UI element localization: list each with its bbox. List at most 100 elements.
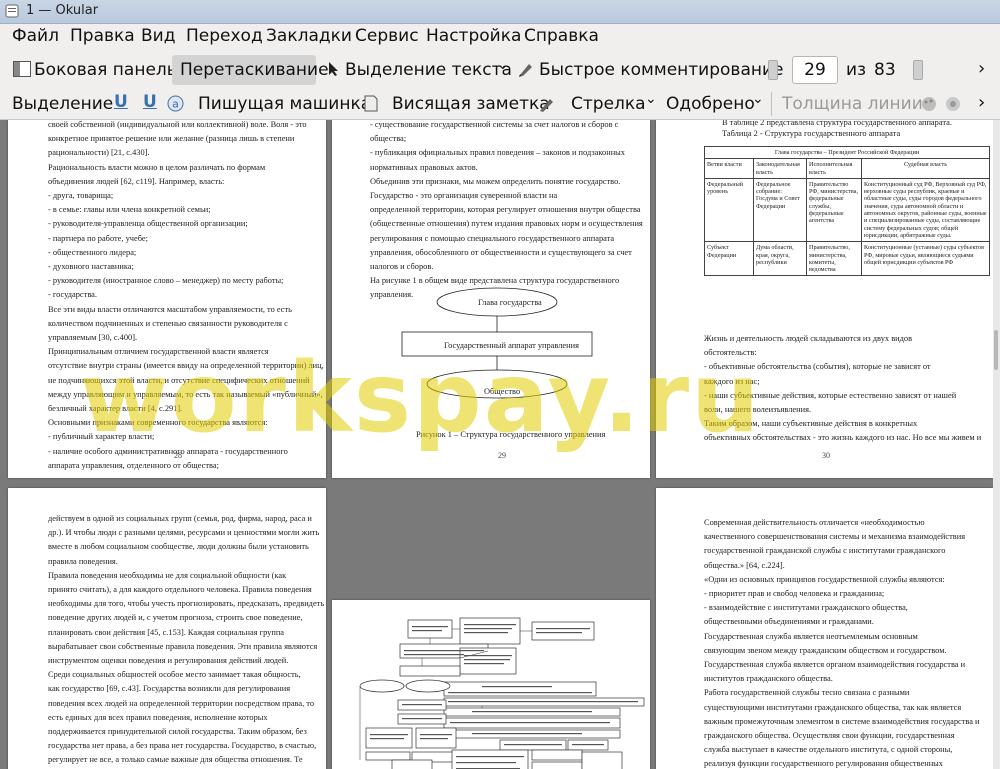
menu-go[interactable]: Переход <box>186 26 263 46</box>
table-cell: Федеральное собрание: Госдума и Совет Фе… <box>753 177 807 243</box>
menu-bookmarks[interactable]: Закладки <box>266 26 352 46</box>
figure-society-label: Общество <box>484 387 521 396</box>
text-line: аппарата управления, отделенного от обще… <box>48 460 219 470</box>
title-bar: 1 — Okular <box>0 0 1000 24</box>
sticky-note-icon[interactable] <box>364 95 378 112</box>
opacity-icon[interactable] <box>944 95 962 113</box>
page-total: 83 <box>874 60 896 80</box>
text-line: как государство [69, с.43]. Государства … <box>48 684 291 694</box>
text-line: Государственная служба является неотъемл… <box>704 631 918 641</box>
text-line: служба выступает в качестве отдельного и… <box>704 745 953 755</box>
page-prev-handle[interactable] <box>768 60 778 80</box>
text-line: не подчиняющихся этой власти, и отсутств… <box>48 375 310 385</box>
table-cell: Дума области, края, округа, республики <box>753 241 807 277</box>
text-line: вместе в любом социальном сообществе, лю… <box>48 542 309 552</box>
menu-edit[interactable]: Правка <box>70 26 135 46</box>
text-line: (общественные отношения) путем издания п… <box>370 219 643 229</box>
state-apparatus-table: Глава государства – Президент Российской… <box>704 145 990 277</box>
text-line: реализуя функции государственного регули… <box>704 759 943 769</box>
text-line: поведения всех людей на определенной тер… <box>48 698 315 708</box>
sidebar-icon[interactable] <box>13 61 31 77</box>
text-line: - духовного наставника; <box>48 262 134 271</box>
table-title: Таблица 2 - Структура государственного а… <box>722 129 901 138</box>
text-line: существующими институтами гражданского о… <box>704 702 962 712</box>
column-header: Исполнительная власть <box>806 158 862 179</box>
menu-help[interactable]: Справка <box>524 26 599 46</box>
sticky-note-tool[interactable]: Висящая заметка <box>392 94 550 114</box>
text-line: воли, нашего волеизъявления. <box>704 405 812 414</box>
menu-tools[interactable]: Сервис <box>355 26 419 46</box>
table-cell: Федеральный уровень <box>704 177 754 243</box>
page-28: своей собственной (индивидуальной или ко… <box>8 120 326 478</box>
vertical-scrollbar[interactable] <box>993 120 1000 769</box>
text-line: каждого из нас; <box>704 376 760 386</box>
page-number: 30 <box>822 451 830 460</box>
line-width-control[interactable]: Толщина линии <box>782 94 923 114</box>
page-30: В таблице 2 представлена структура госуд… <box>656 120 993 478</box>
chevron-down-icon[interactable]: ⌄ <box>752 91 764 107</box>
text-line: - друга, товарища; <box>48 191 114 200</box>
chevron-down-icon[interactable]: ⌄ <box>645 91 657 107</box>
text-line: - партнера по работе, учебе; <box>48 233 148 243</box>
text-line: - государства. <box>48 290 97 300</box>
overflow-arrow-icon[interactable]: › <box>978 92 985 113</box>
text-line: Основными признаками современного госуда… <box>48 418 268 428</box>
figure-head-label: Глава государства <box>478 298 542 307</box>
text-line: обстоятельств: <box>704 348 757 358</box>
arrow-tool[interactable]: Стрелка <box>571 94 646 114</box>
color-picker-icon[interactable] <box>920 95 938 113</box>
menu-settings[interactable]: Настройка <box>426 26 521 46</box>
menu-file[interactable]: Файл <box>12 26 59 46</box>
column-header: Законодательная власть <box>753 158 807 179</box>
text-line: - в семье: главы или члена конкретной се… <box>48 205 211 215</box>
text-line: Среди социальных общностей особое место … <box>48 670 301 680</box>
highlighter-icon[interactable] <box>517 60 535 78</box>
cursor-icon[interactable] <box>328 61 340 77</box>
text-line: «Одни из основных принципов государствен… <box>704 574 945 584</box>
selection-tool[interactable]: Выделение <box>12 94 113 114</box>
annotation-toolbar: Выделение U U a Пишущая машинка Висящая … <box>0 88 1000 120</box>
text-line: - приоритет прав и свобод человека и гра… <box>704 589 885 598</box>
text-line: Жизнь и деятельность людей складываются … <box>704 334 913 343</box>
window-title: 1 — Okular <box>26 3 99 18</box>
text-line: действуем в одной из социальных групп (с… <box>48 514 312 523</box>
stamp-tool[interactable]: Одобрено <box>666 94 755 114</box>
text-line: - объективные обстоятельства (события), … <box>704 362 931 372</box>
column-header: Ветви власти <box>704 158 754 179</box>
overflow-arrow-icon[interactable]: › <box>978 58 985 79</box>
table-cell: Конституционные (уставные) суды субъекто… <box>861 241 990 277</box>
strikeout-icon[interactable]: a <box>167 95 184 112</box>
sidebar-button[interactable]: Боковая панель <box>34 60 177 80</box>
table-intro: В таблице 2 представлена структура госуд… <box>722 120 952 127</box>
text-line: - руководителя (иностранное слово – мене… <box>48 276 284 286</box>
arrow-pen-icon[interactable] <box>538 95 556 113</box>
drag-button[interactable]: Перетаскивание <box>180 60 329 80</box>
page-number-input[interactable]: 29 <box>792 56 838 84</box>
page-31: действуем в одной из социальных групп (с… <box>8 488 326 769</box>
text-line: - взаимодействие с институтами гражданск… <box>704 603 908 613</box>
typewriter-tool[interactable]: Пишущая машинка <box>198 94 371 114</box>
quick-comment-button[interactable]: Быстрое комментирование <box>539 60 783 80</box>
toolbar-separator <box>771 92 772 116</box>
document-viewport[interactable]: своей собственной (индивидуальной или ко… <box>0 120 993 769</box>
text-line: управляемым [30, с.400]. <box>48 333 138 342</box>
page-29: - существование государственной системы … <box>332 120 650 478</box>
chevron-down-icon[interactable]: ⌄ <box>497 57 509 73</box>
text-line: государственной гражданской службы с инс… <box>704 546 946 556</box>
menu-view[interactable]: Вид <box>141 26 175 46</box>
text-line: - наличие особого административного аппа… <box>48 446 288 456</box>
underline-icon[interactable]: U <box>114 92 128 112</box>
page-32 <box>332 600 650 769</box>
text-line: планировать свои действия [45, с.153]. К… <box>48 627 285 637</box>
squiggle-icon[interactable]: U <box>143 92 157 112</box>
text-select-button[interactable]: Выделение текста <box>345 60 512 80</box>
text-line: определенной территории, которая регулир… <box>370 205 641 215</box>
main-toolbar: Боковая панель Перетаскивание Выделение … <box>0 52 1000 88</box>
table-cell: Правительство РФ, министерства, федераль… <box>806 177 862 243</box>
text-line: регулирования с помощью специального гос… <box>370 233 615 243</box>
table-cell: Субъект Федерации <box>704 241 754 277</box>
page-number: 29 <box>498 451 506 460</box>
text-line: Все эти виды власти отличаются масштабом… <box>48 304 292 314</box>
scrollbar-thumb[interactable] <box>994 330 998 370</box>
page-next-handle[interactable] <box>913 60 923 80</box>
